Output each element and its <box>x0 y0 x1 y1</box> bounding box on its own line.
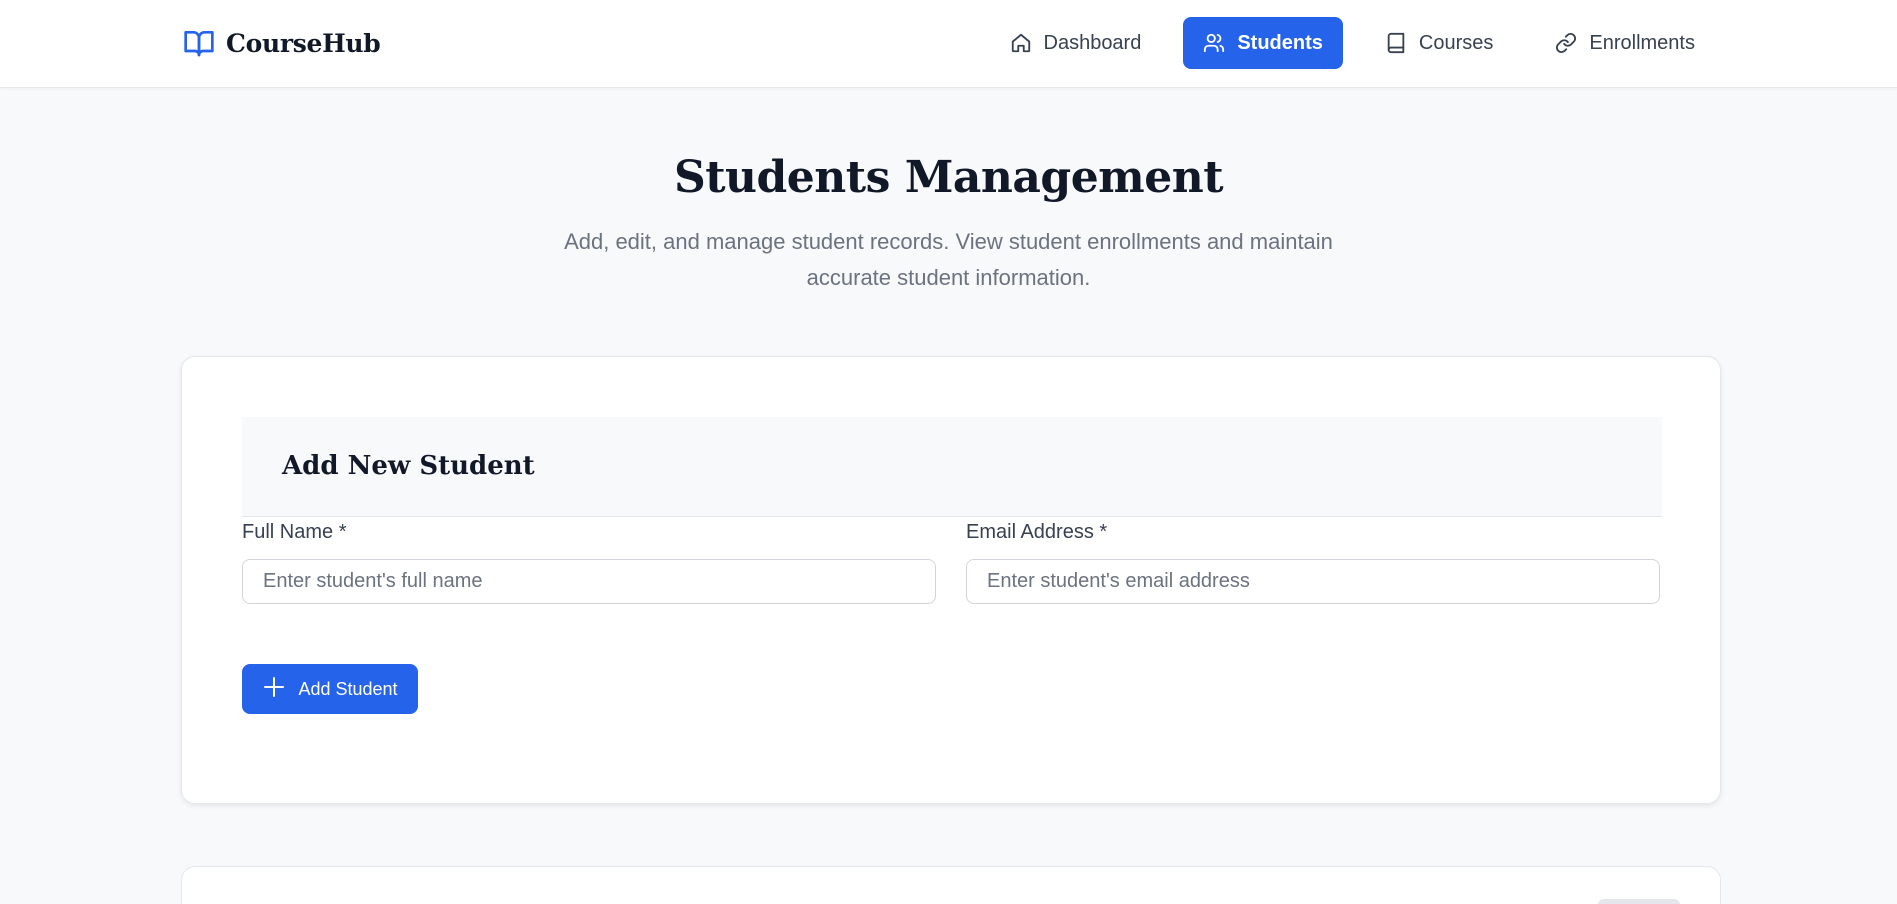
link-icon <box>1555 32 1577 54</box>
open-book-icon <box>182 26 216 60</box>
nav-item-enrollments[interactable]: Enrollments <box>1535 17 1715 69</box>
nav-item-label: Dashboard <box>1043 31 1142 54</box>
nav-item-courses[interactable]: Courses <box>1365 17 1513 69</box>
card-title: Add New Student <box>282 451 535 481</box>
nav-item-dashboard[interactable]: Dashboard <box>990 17 1162 69</box>
full-name-input[interactable] <box>242 559 936 604</box>
nav-item-students[interactable]: Students <box>1183 17 1343 69</box>
nav-item-label: Courses <box>1418 31 1494 54</box>
students-list-card <box>181 866 1721 904</box>
add-student-button-label: Add Student <box>298 678 398 699</box>
add-student-card: Add New Student Full Name * Email Addres… <box>181 356 1721 804</box>
users-icon <box>1203 32 1225 54</box>
email-label: Email Address * <box>966 521 1108 543</box>
add-student-button[interactable]: Add Student <box>242 664 418 714</box>
card-header: Add New Student <box>242 417 1662 517</box>
nav-item-label: Students <box>1237 31 1323 54</box>
nav-item-label: Enrollments <box>1589 31 1695 54</box>
full-name-label: Full Name * <box>242 521 347 543</box>
top-navbar: CourseHub Dashboard Students Courses Enr… <box>0 0 1897 88</box>
page-title: Students Management <box>673 152 1224 203</box>
home-icon <box>1010 32 1032 54</box>
main-nav: Dashboard Students Courses Enrollments <box>990 17 1716 69</box>
page-subtitle: Add, edit, and manage student records. V… <box>564 229 1333 290</box>
plus-icon <box>262 675 286 704</box>
brand-logo[interactable]: CourseHub <box>182 26 381 60</box>
email-input[interactable] <box>966 559 1660 604</box>
brand-name: CourseHub <box>226 28 381 58</box>
book-icon <box>1385 32 1407 54</box>
card-action-placeholder <box>1598 899 1680 904</box>
